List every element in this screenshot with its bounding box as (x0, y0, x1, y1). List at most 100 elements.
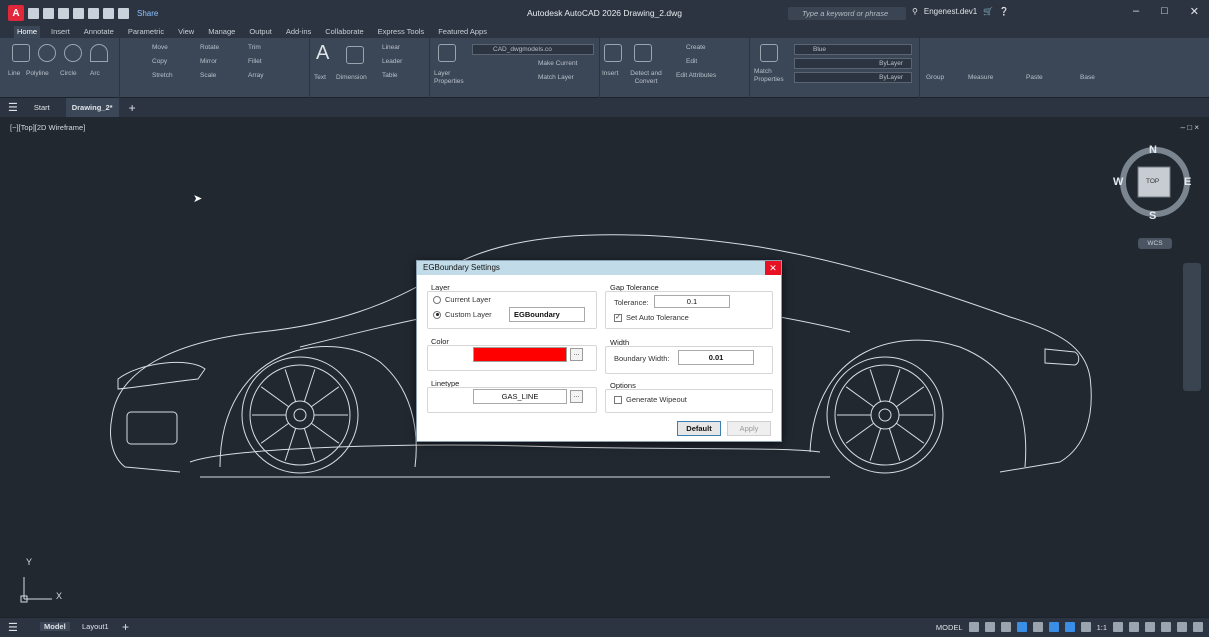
ribbon-tab-parametric[interactable]: Parametric (125, 26, 167, 38)
color-browse-button[interactable]: ... (570, 348, 583, 361)
ribbon-tab-insert[interactable]: Insert (48, 26, 73, 38)
color-dropdown[interactable]: Blue (794, 44, 912, 55)
dimension-tool[interactable]: Dimension (336, 74, 367, 81)
create-block-tool[interactable]: Create (686, 44, 706, 51)
detect-convert-icon[interactable] (634, 44, 652, 62)
line-icon[interactable] (12, 44, 30, 62)
snap-icon[interactable] (984, 622, 995, 632)
stretch-tool[interactable]: Stretch (152, 72, 173, 79)
tab-drawing[interactable]: Drawing_2* (65, 98, 119, 117)
ribbon-tab-express-tools[interactable]: Express Tools (375, 26, 428, 38)
make-current-tool[interactable]: Make Current (538, 60, 577, 67)
add-layout-icon[interactable]: + (122, 620, 129, 634)
color-swatch[interactable] (473, 347, 567, 362)
viewcube-west[interactable]: W (1113, 176, 1123, 188)
arc-tool[interactable]: Arc (90, 70, 100, 77)
units-icon[interactable] (1145, 622, 1155, 632)
match-properties-icon[interactable] (760, 44, 778, 62)
fullscreen-icon[interactable] (1177, 622, 1187, 632)
edit-block-tool[interactable]: Edit (686, 58, 697, 65)
ribbon-tab-manage[interactable]: Manage (205, 26, 238, 38)
search-icon[interactable]: ⚲ (912, 7, 918, 16)
viewcube-north[interactable]: N (1149, 144, 1157, 156)
user-name[interactable]: Engenest.dev1 (924, 7, 977, 16)
dynamic-ucs-icon[interactable] (1064, 622, 1075, 632)
isodraft-icon[interactable] (1032, 622, 1043, 632)
close-icon[interactable]: ✕ (1190, 5, 1199, 18)
ribbon-tab-home[interactable]: Home (14, 26, 41, 38)
match-layer-tool[interactable]: Match Layer (538, 74, 574, 81)
grid-icon[interactable] (968, 622, 979, 632)
tab-layout1[interactable]: Layout1 (82, 622, 109, 631)
mirror-tool[interactable]: Mirror (200, 58, 217, 65)
custom-layer-radio-dot[interactable] (433, 310, 441, 319)
scale-tool[interactable]: Scale (200, 72, 216, 79)
ribbon-tab-view[interactable]: View (175, 26, 197, 38)
annotation-scale[interactable]: 1:1 (1097, 623, 1107, 632)
linetype-browse-button[interactable]: ... (570, 390, 583, 403)
current-layer-radio-dot[interactable] (433, 295, 441, 304)
viewcube-top-face[interactable]: TOP (1146, 178, 1159, 185)
tab-start[interactable]: Start (28, 98, 56, 117)
tolerance-input[interactable]: 0.1 (654, 295, 730, 308)
layer-properties-icon[interactable] (438, 44, 456, 62)
generate-wipeout-checkbox[interactable]: Generate Wipeout (614, 395, 687, 404)
rotate-tool[interactable]: Rotate (200, 44, 219, 51)
auto-tolerance-check-icon[interactable]: ✓ (614, 313, 622, 322)
text-tool[interactable]: Text (314, 74, 326, 81)
linear-tool[interactable]: Linear (382, 44, 400, 51)
base-tool[interactable]: Base (1080, 74, 1095, 81)
ribbon-tab-add-ins[interactable]: Add-ins (283, 26, 314, 38)
new-tab-icon[interactable]: + (129, 101, 136, 115)
application-menu-button[interactable]: A (8, 5, 24, 21)
redo-icon[interactable] (118, 7, 129, 19)
insert-tool[interactable]: Insert (602, 70, 618, 77)
user-area[interactable]: ⚲ Engenest.dev1 🛒 ❔ (912, 7, 1009, 16)
layer-dropdown[interactable]: CAD_dwgmodels.co (472, 44, 594, 55)
insert-icon[interactable] (604, 44, 622, 62)
group-tool[interactable]: Group (926, 74, 944, 81)
lineweight-dropdown[interactable]: ByLayer (794, 72, 912, 83)
line-tool[interactable]: Line (8, 70, 20, 77)
move-tool[interactable]: Move (152, 44, 168, 51)
table-tool[interactable]: Table (382, 72, 398, 79)
annotation-icon[interactable] (1080, 622, 1091, 632)
ribbon-tab-collaborate[interactable]: Collaborate (322, 26, 366, 38)
match-properties-tool[interactable]: Match Properties (754, 68, 784, 84)
measure-tool[interactable]: Measure (968, 74, 993, 81)
share-button[interactable]: Share (137, 9, 158, 18)
copy-tool[interactable]: Copy (152, 58, 167, 65)
default-button[interactable]: Default (677, 421, 721, 436)
arc-icon[interactable] (90, 44, 108, 62)
circle-icon[interactable] (64, 44, 82, 62)
ribbon-tab-output[interactable]: Output (246, 26, 275, 38)
plus-icon[interactable] (1129, 622, 1139, 632)
menu-icon[interactable]: ☰ (8, 101, 18, 114)
plot-icon[interactable] (88, 7, 99, 19)
boundary-width-input[interactable]: 0.01 (678, 350, 754, 365)
dialog-close-button[interactable]: ✕ (765, 261, 781, 275)
generate-wipeout-check-box[interactable] (614, 395, 622, 404)
linetype-input[interactable]: GAS_LINE (473, 389, 567, 404)
model-space-label[interactable]: MODEL (936, 623, 963, 632)
minimize-icon[interactable]: – (1133, 5, 1139, 18)
object-snap-icon[interactable] (1048, 622, 1059, 632)
current-layer-radio[interactable]: Current Layer (433, 295, 491, 304)
wcs-menu[interactable]: WCS (1138, 238, 1172, 249)
help-search-input[interactable]: Type a keyword or phrase (788, 7, 906, 20)
detect-convert-tool[interactable]: Detect and Convert (628, 70, 664, 86)
edit-attributes-tool[interactable]: Edit Attributes (676, 72, 716, 79)
customize-icon[interactable] (1193, 622, 1203, 632)
navigation-bar[interactable] (1183, 263, 1201, 391)
custom-layer-input[interactable]: EGBoundary (509, 307, 585, 322)
undo-icon[interactable] (103, 7, 114, 19)
save-as-icon[interactable] (73, 7, 84, 19)
custom-layer-radio[interactable]: Custom Layer (433, 310, 492, 319)
polyline-icon[interactable] (38, 44, 56, 62)
apply-button[interactable]: Apply (727, 421, 771, 436)
dimension-icon[interactable] (346, 46, 364, 64)
layer-properties-tool[interactable]: Layer Properties (434, 70, 464, 86)
help-icon[interactable]: ❔ (999, 7, 1009, 16)
new-icon[interactable] (28, 7, 39, 19)
fillet-tool[interactable]: Fillet (248, 58, 262, 65)
